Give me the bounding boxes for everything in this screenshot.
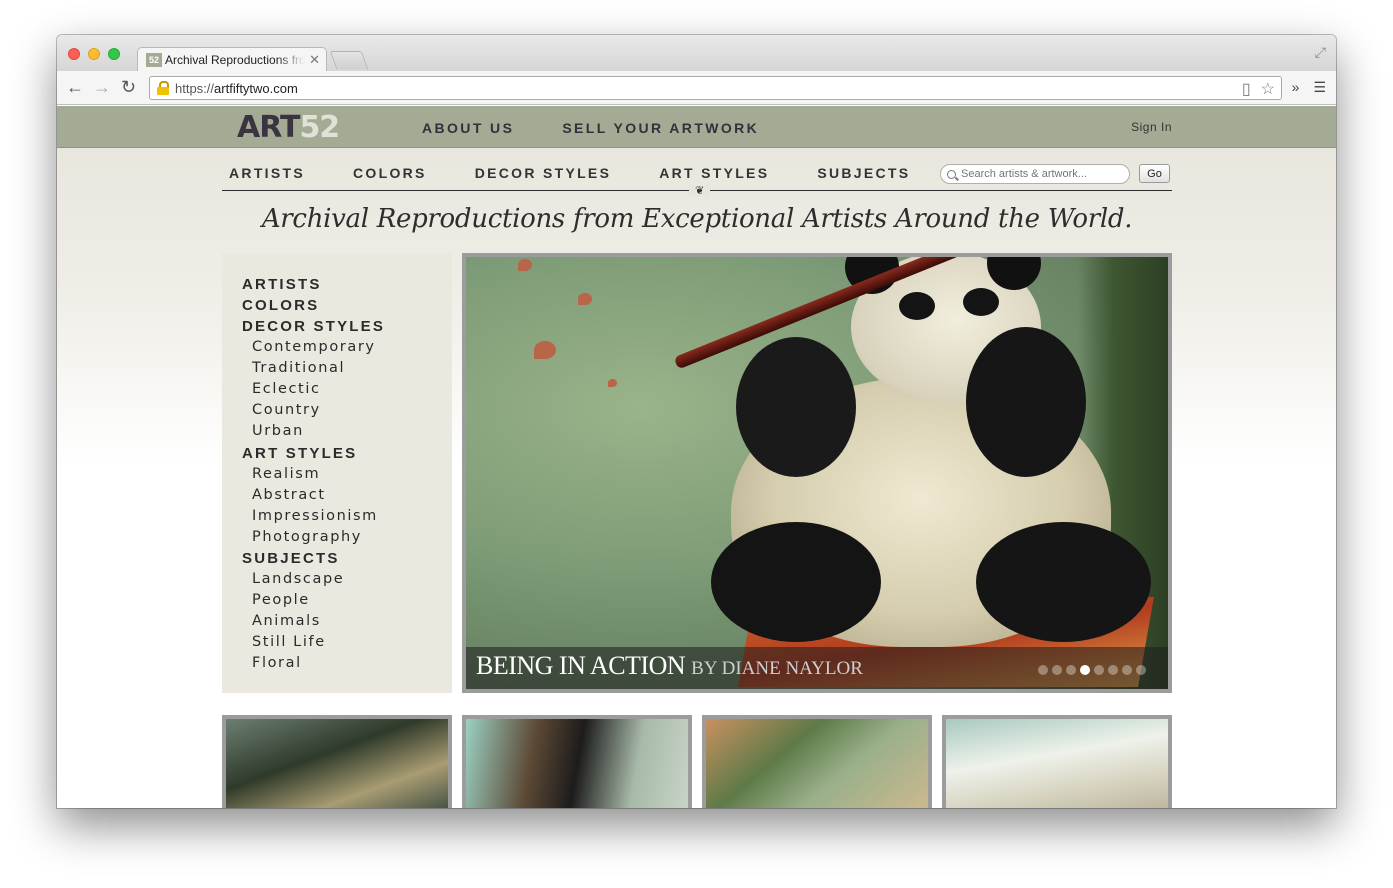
sidebar-item-contemporary[interactable]: Contemporary — [242, 337, 452, 358]
thumbnail-artwork[interactable] — [942, 715, 1172, 808]
category-nav: ARTISTS COLORS DECOR STYLES ART STYLES S… — [222, 156, 1172, 197]
search-input[interactable] — [961, 168, 1121, 180]
sidebar-item-people[interactable]: People — [242, 590, 452, 611]
sidebar-item-photography[interactable]: Photography — [242, 527, 452, 548]
url-host: artfiftytwo.com — [214, 80, 298, 96]
sidebar-item-impressionism[interactable]: Impressionism — [242, 506, 452, 527]
slide-dot[interactable] — [1108, 665, 1118, 675]
sidebar-item-urban[interactable]: Urban — [242, 421, 452, 442]
address-bar[interactable]: https:// artfiftytwo.com ▯ ☆ — [149, 76, 1282, 100]
nav-sell-your-artwork[interactable]: SELL YOUR ARTWORK — [562, 120, 759, 136]
sidebar-item-country[interactable]: Country — [242, 400, 452, 421]
browser-toolbar: ← → ↻ https:// artfiftytwo.com ▯ ☆ » ☰ — [57, 71, 1336, 105]
divider-ornament-icon: ❦ — [689, 185, 711, 197]
slide-dot[interactable] — [1052, 665, 1062, 675]
search-go-button[interactable]: Go — [1139, 164, 1170, 183]
extensions-chevron-icon[interactable]: » — [1292, 79, 1300, 96]
forward-arrow-icon[interactable]: → — [93, 77, 111, 97]
sidebar-item-abstract[interactable]: Abstract — [242, 485, 452, 506]
category-colors[interactable]: COLORS — [353, 165, 427, 181]
page-action-icon[interactable]: ▯ — [1242, 79, 1251, 99]
slide-dot[interactable] — [1080, 665, 1090, 675]
hero-title[interactable]: BEING IN ACTION — [476, 651, 686, 680]
sidebar-decor-styles[interactable]: DECOR STYLES — [242, 316, 452, 337]
thumbnail-artwork[interactable] — [222, 715, 452, 808]
sidebar-item-realism[interactable]: Realism — [242, 464, 452, 485]
featured-thumbnails — [222, 715, 1172, 808]
page-viewport: ART52 ABOUT US SELL YOUR ARTWORK Sign In… — [57, 106, 1336, 808]
sidebar-item-traditional[interactable]: Traditional — [242, 358, 452, 379]
nav-about-us[interactable]: ABOUT US — [422, 120, 514, 136]
zoom-window-button[interactable] — [108, 48, 120, 60]
sidebar-subjects[interactable]: SUBJECTS — [242, 548, 452, 569]
search-icon — [947, 169, 956, 179]
slide-dot[interactable] — [1094, 665, 1104, 675]
slide-dot[interactable] — [1038, 665, 1048, 675]
tagline: Archival Reproductions from Exceptional … — [261, 204, 1133, 234]
hero-byline[interactable]: BY DIANE NAYLOR — [691, 658, 863, 679]
url-protocol: https:// — [175, 80, 215, 96]
tab-close-icon[interactable]: ✕ — [309, 52, 320, 68]
browser-window: 52 Archival Reproductions from Exception… — [57, 35, 1336, 808]
sidebar-art-styles[interactable]: ART STYLES — [242, 443, 452, 464]
sidebar-item-animals[interactable]: Animals — [242, 611, 452, 632]
slide-dot[interactable] — [1122, 665, 1132, 675]
sidebar-item-landscape[interactable]: Landscape — [242, 569, 452, 590]
lock-warning-icon[interactable] — [156, 81, 170, 95]
sidebar-item-eclectic[interactable]: Eclectic — [242, 379, 452, 400]
sidebar-item-still-life[interactable]: Still Life — [242, 632, 452, 653]
sidebar-colors[interactable]: COLORS — [242, 295, 452, 316]
close-window-button[interactable] — [68, 48, 80, 60]
category-art-styles[interactable]: ART STYLES — [659, 165, 769, 181]
thumbnail-artwork[interactable] — [462, 715, 692, 808]
slide-indicator — [1038, 665, 1146, 675]
site-header: ART52 ABOUT US SELL YOUR ARTWORK Sign In — [57, 106, 1336, 148]
fullscreen-icon[interactable]: ⤢ — [1315, 44, 1326, 61]
menu-icon[interactable]: ☰ — [1313, 79, 1326, 96]
hero-slideshow[interactable]: BEING IN ACTION BY DIANE NAYLOR — [462, 253, 1172, 693]
favicon-icon: 52 — [146, 53, 162, 67]
sidebar-item-floral[interactable]: Floral — [242, 653, 452, 674]
category-artists[interactable]: ARTISTS — [229, 165, 305, 181]
tab-strip: 52 Archival Reproductions from Exception… — [57, 35, 1336, 72]
slide-dot[interactable] — [1066, 665, 1076, 675]
sidebar-artists[interactable]: ARTISTS — [242, 274, 452, 295]
category-decor-styles[interactable]: DECOR STYLES — [475, 165, 612, 181]
top-nav: ABOUT US SELL YOUR ARTWORK — [422, 120, 759, 136]
thumbnail-artwork[interactable] — [702, 715, 932, 808]
new-tab-button[interactable] — [329, 51, 369, 69]
site-logo[interactable]: ART52 — [237, 110, 340, 145]
tab-title: Archival Reproductions from Exceptional … — [165, 53, 305, 67]
back-arrow-icon[interactable]: ← — [66, 77, 84, 97]
bookmark-star-icon[interactable]: ☆ — [1261, 79, 1275, 99]
sidebar: ARTISTS COLORS DECOR STYLES Contemporary… — [222, 253, 452, 693]
reload-icon[interactable]: ↻ — [121, 77, 136, 97]
browser-tab[interactable]: 52 Archival Reproductions from Exception… — [137, 47, 327, 72]
minimize-window-button[interactable] — [88, 48, 100, 60]
category-subjects[interactable]: SUBJECTS — [817, 165, 910, 181]
search-field[interactable] — [940, 164, 1130, 184]
sign-in-link[interactable]: Sign In — [1131, 120, 1172, 134]
hero-artwork-image[interactable]: BEING IN ACTION BY DIANE NAYLOR — [466, 257, 1168, 689]
slide-dot[interactable] — [1136, 665, 1146, 675]
hero-caption: BEING IN ACTION BY DIANE NAYLOR — [466, 647, 1168, 689]
